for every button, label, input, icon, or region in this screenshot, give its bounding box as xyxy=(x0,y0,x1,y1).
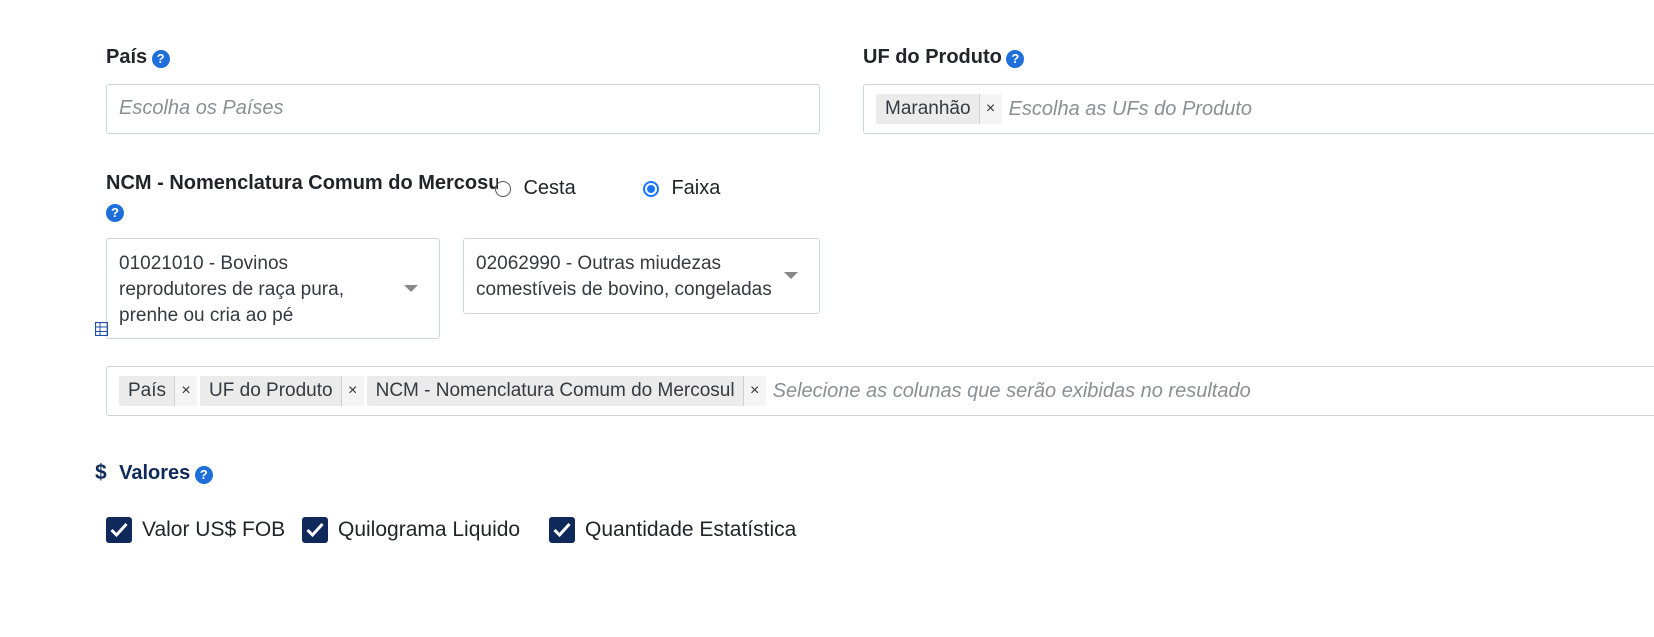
radio-cesta-label: Cesta xyxy=(523,177,576,199)
checkbox-label: Quilograma Liquido xyxy=(338,518,521,541)
column-chip: País × xyxy=(119,376,198,406)
chip-remove-icon[interactable]: × xyxy=(742,376,766,406)
columns-placeholder: Selecione as colunas que serão exibidas … xyxy=(772,379,1251,402)
help-icon[interactable]: ? xyxy=(1006,49,1025,68)
pais-label: País xyxy=(106,46,148,68)
column-chip-label: País xyxy=(128,380,167,401)
chip-remove-icon[interactable]: × xyxy=(340,376,364,406)
chevron-down-icon xyxy=(784,272,798,279)
valores-title: Valores xyxy=(119,462,191,484)
checkbox-valor-fob[interactable]: Valor US$ FOB xyxy=(106,517,285,543)
column-chip: UF do Produto × xyxy=(200,376,364,406)
ncm-range-start-value: 01021010 - Bovinos reprodutores de raça … xyxy=(119,253,344,326)
chip-remove-icon[interactable]: × xyxy=(978,94,1002,124)
uf-select[interactable]: Maranhão × Escolha as UFs do Produto xyxy=(863,84,1654,134)
ncm-label: NCM - Nomenclatura Comum do Mercosul xyxy=(106,172,498,194)
help-icon[interactable]: ? xyxy=(151,49,170,68)
checkbox-label: Quantidade Estatística xyxy=(585,518,797,541)
ncm-range-end-value: 02062990 - Outras miudezas comestíveis d… xyxy=(476,253,772,300)
pais-label-row: País ? xyxy=(106,46,170,69)
pais-select[interactable]: Escolha os Países xyxy=(106,84,820,134)
help-icon[interactable]: ? xyxy=(194,465,213,484)
ncm-label-wrap: NCM - Nomenclatura Comum do Mercosul xyxy=(106,172,498,200)
ncm-range-start-select[interactable]: 01021010 - Bovinos reprodutores de raça … xyxy=(106,238,440,339)
uf-label: UF do Produto xyxy=(863,46,1002,68)
checkbox-checked[interactable] xyxy=(549,517,575,543)
pais-placeholder: Escolha os Países xyxy=(119,97,284,119)
checkbox-label: Valor US$ FOB xyxy=(142,518,286,541)
radio-faixa[interactable]: Faixa xyxy=(643,177,720,200)
radio-cesta-input[interactable] xyxy=(495,180,511,197)
checkbox-quilograma[interactable]: Quilograma Liquido xyxy=(302,517,520,543)
uf-label-row: UF do Produto ? xyxy=(863,46,1025,69)
radio-faixa-input[interactable] xyxy=(643,180,659,197)
uf-chip-label: Maranhão xyxy=(885,98,971,119)
dollar-icon: $ xyxy=(95,461,107,484)
chevron-down-icon xyxy=(404,285,418,292)
uf-placeholder: Escolha as UFs do Produto xyxy=(1008,97,1253,120)
checkbox-checked[interactable] xyxy=(302,517,328,543)
column-chip-label: NCM - Nomenclatura Comum do Mercosul xyxy=(375,380,735,401)
valores-heading: $ Valores ? xyxy=(95,461,213,485)
checkbox-checked[interactable] xyxy=(106,517,132,543)
radio-faixa-label: Faixa xyxy=(671,177,721,199)
column-chip: NCM - Nomenclatura Comum do Mercosul × xyxy=(366,376,766,406)
checkbox-quantidade[interactable]: Quantidade Estatística xyxy=(549,517,796,543)
help-icon[interactable]: ? xyxy=(106,204,124,222)
ncm-range-end-select[interactable]: 02062990 - Outras miudezas comestíveis d… xyxy=(463,238,820,314)
chip-remove-icon[interactable]: × xyxy=(174,376,198,406)
column-chip-label: UF do Produto xyxy=(209,380,333,401)
radio-cesta[interactable]: Cesta xyxy=(495,177,576,200)
uf-chip: Maranhão × xyxy=(876,94,1002,124)
table-icon xyxy=(94,321,109,341)
columns-select[interactable]: País × UF do Produto × NCM - Nomenclatur… xyxy=(106,366,1654,416)
